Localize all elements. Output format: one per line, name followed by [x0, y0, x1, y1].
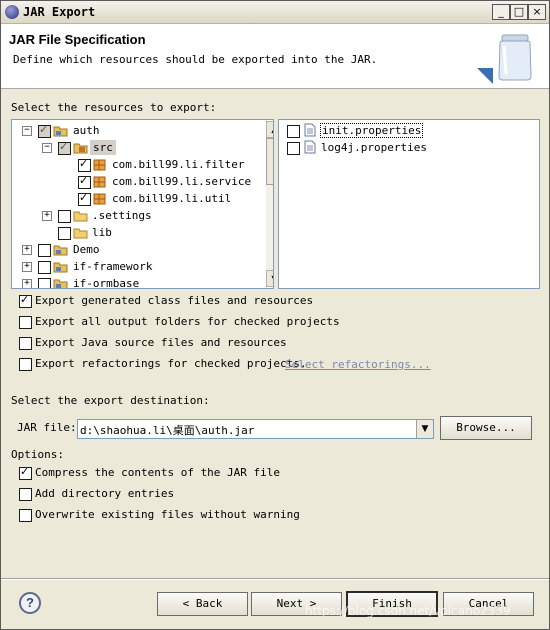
- file-icon: [304, 140, 316, 154]
- browse-button[interactable]: Browse...: [440, 416, 532, 440]
- package-icon: [93, 193, 106, 205]
- help-icon[interactable]: ?: [19, 592, 41, 614]
- collapse-icon[interactable]: −: [22, 126, 32, 136]
- tree-item-service[interactable]: com.bill99.li.service: [12, 173, 266, 190]
- options-label: Options:: [11, 448, 64, 461]
- file-item-init-properties[interactable]: init.properties: [279, 122, 537, 139]
- tree-scrollbar[interactable]: ▲ ▼: [266, 121, 273, 287]
- tree-checkbox[interactable]: [78, 157, 91, 172]
- wizard-header: JAR File Specification Define which reso…: [1, 24, 549, 89]
- wizard-corner-icon: [477, 68, 493, 84]
- tree-item-if-ormbase[interactable]: + if-ormbase: [12, 275, 266, 288]
- page-description: Define which resources should be exporte…: [13, 53, 378, 66]
- expand-icon[interactable]: +: [42, 211, 52, 221]
- tree-item-settings[interactable]: + .settings: [12, 207, 266, 224]
- file-checkbox[interactable]: [287, 142, 300, 155]
- tree-checkbox[interactable]: [38, 244, 51, 257]
- tree-checkbox[interactable]: [58, 210, 71, 223]
- resource-file-list[interactable]: init.properties log4j.properties: [278, 119, 540, 289]
- maximize-button[interactable]: □: [510, 4, 528, 20]
- tree-checkbox[interactable]: [78, 174, 91, 189]
- export-refactorings-checkbox[interactable]: [19, 358, 32, 371]
- expand-icon[interactable]: +: [22, 279, 32, 288]
- file-checkbox[interactable]: [287, 125, 300, 138]
- file-item-log4j-properties[interactable]: log4j.properties: [279, 139, 537, 156]
- scroll-up-button[interactable]: ▲: [266, 121, 273, 138]
- tree-checkbox[interactable]: [58, 227, 71, 240]
- jar-file-label: JAR file:: [17, 421, 77, 434]
- jar-icon: [498, 34, 532, 81]
- folder-icon: [73, 211, 88, 222]
- file-icon: [304, 123, 316, 137]
- tree-item-auth[interactable]: − auth: [12, 122, 266, 139]
- tree-checkbox[interactable]: [38, 261, 51, 274]
- back-button[interactable]: < Back: [157, 592, 248, 616]
- tree-checkbox[interactable]: [38, 278, 51, 288]
- export-output-folders-checkbox[interactable]: [19, 316, 32, 329]
- resource-tree[interactable]: − auth − src com.bill99.li.filter com.bi…: [11, 119, 274, 289]
- button-bar-divider: [1, 578, 549, 580]
- tree-item-filter[interactable]: com.bill99.li.filter: [12, 156, 266, 173]
- chevron-down-icon[interactable]: ▼: [416, 420, 433, 438]
- tree-item-if-framework[interactable]: + if-framework: [12, 258, 266, 275]
- scroll-thumb[interactable]: [266, 138, 273, 185]
- project-icon: [53, 126, 68, 137]
- overwrite-checkbox[interactable]: [19, 509, 32, 522]
- title-bar: JAR Export _ □ ×: [1, 1, 549, 24]
- tree-item-lib[interactable]: lib: [12, 224, 266, 241]
- jar-export-dialog: JAR Export _ □ × JAR File Specification …: [0, 0, 550, 630]
- destination-label: Select the export destination:: [11, 394, 210, 407]
- scroll-down-button[interactable]: ▼: [266, 270, 273, 287]
- tree-item-src[interactable]: − src: [12, 139, 266, 156]
- tree-item-util[interactable]: com.bill99.li.util: [12, 190, 266, 207]
- tree-checkbox[interactable]: [58, 140, 71, 155]
- project-icon: [53, 279, 68, 288]
- expand-icon[interactable]: +: [22, 262, 32, 272]
- eclipse-icon: [5, 5, 19, 19]
- source-folder-icon: [73, 143, 88, 154]
- export-java-source-checkbox[interactable]: [19, 337, 32, 350]
- minimize-button[interactable]: _: [492, 4, 510, 20]
- window-title: JAR Export: [23, 5, 96, 19]
- compress-checkbox[interactable]: [19, 465, 32, 480]
- expand-icon[interactable]: +: [22, 245, 32, 255]
- tree-item-demo[interactable]: + Demo: [12, 241, 266, 258]
- jar-file-input[interactable]: d:\shaohua.li\桌面\auth.jar: [80, 422, 254, 438]
- export-class-files-checkbox[interactable]: [19, 293, 32, 308]
- project-icon: [53, 262, 68, 273]
- folder-icon: [73, 228, 88, 239]
- watermark-text: https://blog.csdn.net/volcano2339: [305, 604, 511, 618]
- tree-checkbox[interactable]: [78, 191, 91, 206]
- page-title: JAR File Specification: [9, 32, 146, 47]
- jar-file-combo[interactable]: d:\shaohua.li\桌面\auth.jar ▼: [77, 419, 434, 439]
- tree-checkbox[interactable]: [38, 123, 51, 138]
- package-icon: [93, 176, 106, 188]
- collapse-icon[interactable]: −: [42, 143, 52, 153]
- select-refactorings-link[interactable]: Select refactorings...: [285, 358, 431, 371]
- close-button[interactable]: ×: [528, 4, 546, 20]
- resources-label: Select the resources to export:: [11, 101, 217, 114]
- package-icon: [93, 159, 106, 171]
- add-directory-entries-checkbox[interactable]: [19, 488, 32, 501]
- project-icon: [53, 245, 68, 256]
